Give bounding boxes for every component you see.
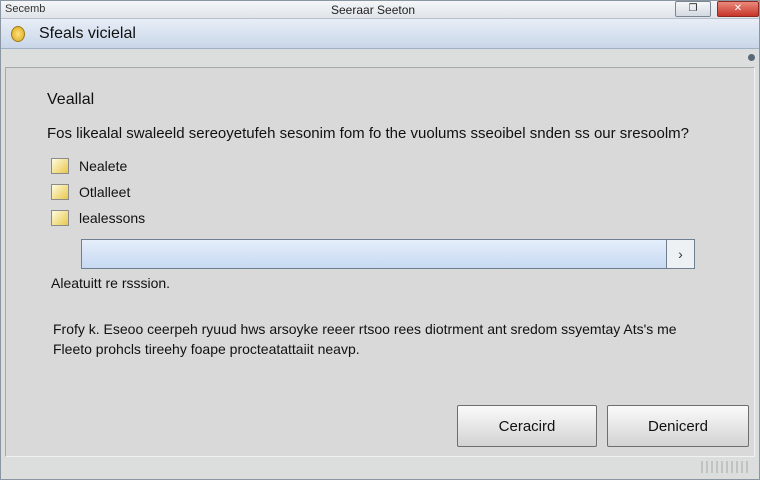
restore-icon: ❐ bbox=[688, 3, 698, 14]
text-input-field[interactable]: › bbox=[81, 239, 695, 269]
window-title: Seeraar Seeton bbox=[331, 3, 416, 17]
checkbox-icon[interactable] bbox=[51, 158, 69, 174]
close-button[interactable]: ✕ bbox=[717, 1, 759, 17]
option-label-1: Nealete bbox=[79, 158, 128, 174]
option-label-3: lealessons bbox=[79, 210, 146, 226]
question-text: Fos likealal swaleeld sereoyetufeh seson… bbox=[47, 125, 689, 142]
option-checkbox-2[interactable]: Otlalleet bbox=[51, 183, 130, 201]
restore-button[interactable]: ❐ bbox=[675, 1, 711, 17]
header-title: Sfeals vicielal bbox=[39, 25, 136, 42]
scroll-dot-icon bbox=[748, 54, 755, 61]
primary-button[interactable]: Ceracird bbox=[457, 405, 597, 447]
arrow-button[interactable]: › bbox=[666, 240, 694, 268]
shield-icon bbox=[11, 26, 25, 42]
title-bar: Secemb Seeraar Seeton ❐ ✕ bbox=[1, 1, 759, 19]
checkbox-icon[interactable] bbox=[51, 184, 69, 200]
secondary-button[interactable]: Denicerd bbox=[607, 405, 749, 447]
option-checkbox-3[interactable]: lealessons bbox=[51, 209, 145, 227]
chevron-right-icon: › bbox=[678, 246, 683, 262]
option-label-2: Otlalleet bbox=[79, 184, 131, 200]
text-input[interactable] bbox=[82, 240, 666, 268]
close-icon: ✕ bbox=[733, 3, 743, 14]
section-title: Veallal bbox=[47, 91, 95, 108]
checkbox-icon[interactable] bbox=[51, 210, 69, 226]
minimize-button[interactable] bbox=[658, 1, 676, 17]
option-checkbox-1[interactable]: Nealete bbox=[51, 157, 127, 175]
header-strip: Sfeals vicielal bbox=[1, 19, 759, 49]
resize-grip[interactable] bbox=[701, 461, 751, 473]
app-name: Secemb bbox=[5, 3, 46, 15]
field-label: Aleatuitt re rsssion. bbox=[51, 275, 171, 291]
dialog-window: Secemb Seeraar Seeton ❐ ✕ Sfeals viciela… bbox=[0, 0, 760, 480]
description-text: Frofy k. Eseoo ceerpeh ryuud hws arsoyke… bbox=[53, 321, 677, 357]
